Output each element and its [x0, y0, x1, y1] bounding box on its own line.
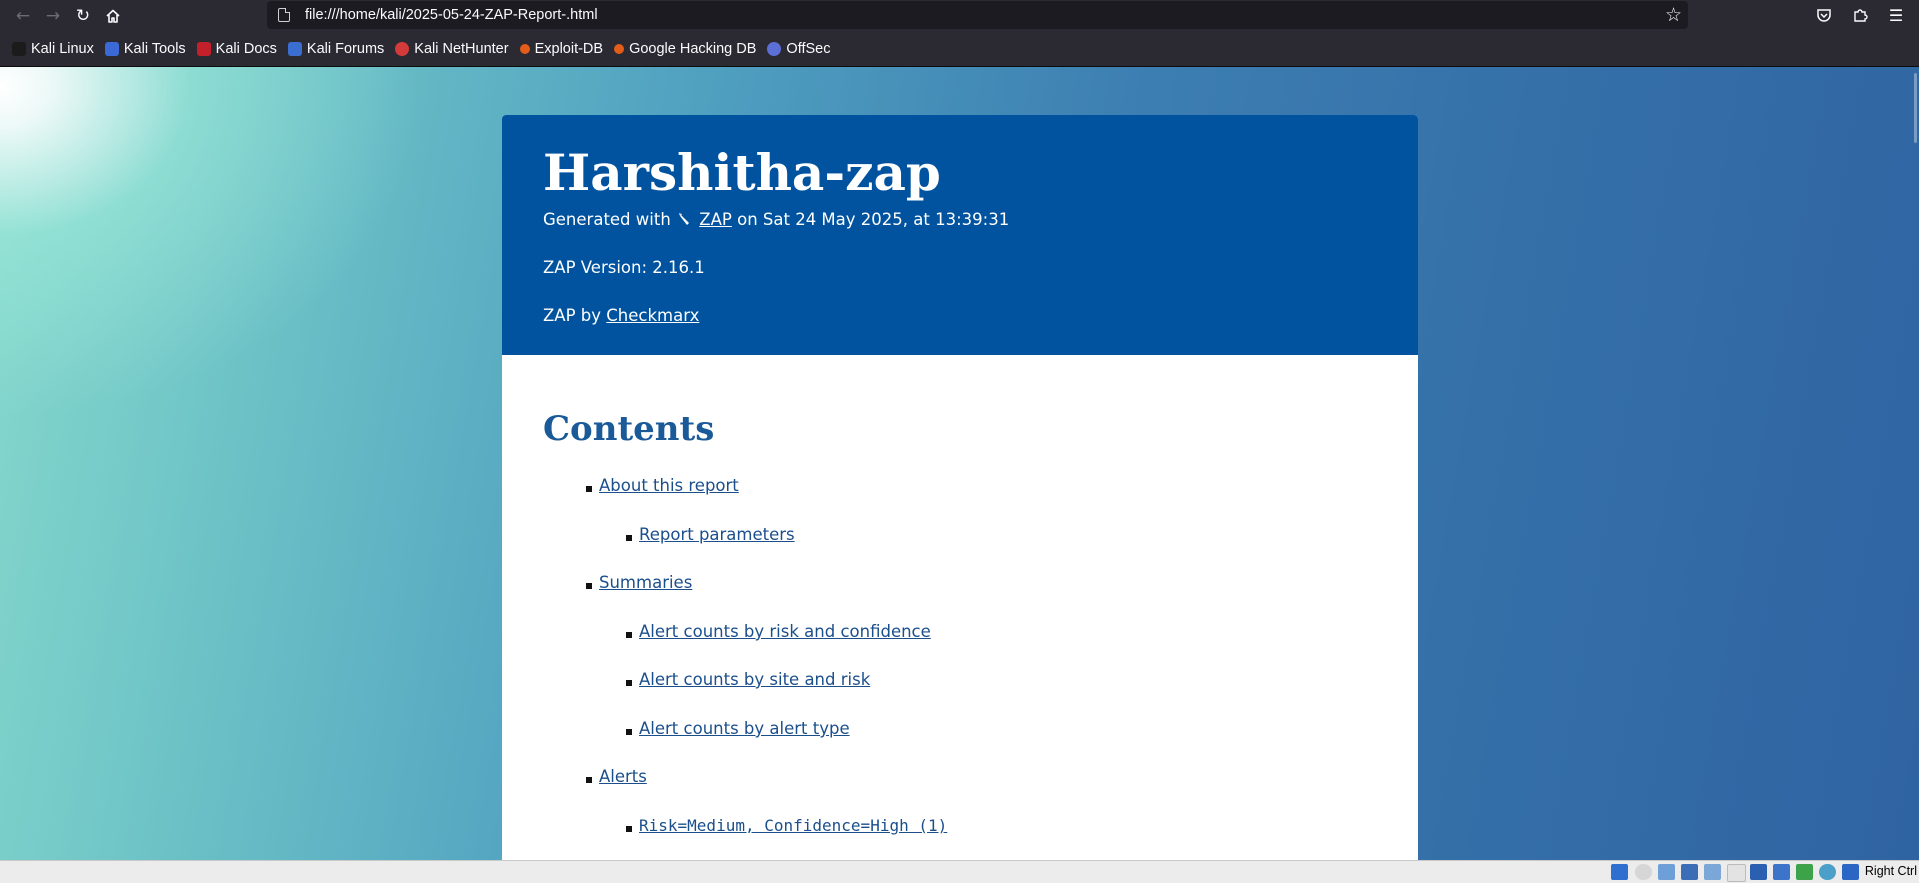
bookmark-offsec[interactable]: OffSec [767, 41, 830, 57]
bookmark-label: Exploit-DB [534, 40, 604, 57]
bookmark-kali-linux[interactable]: Kali Linux [12, 41, 94, 57]
optical-drive-icon[interactable] [1635, 864, 1652, 880]
network-icon[interactable] [1681, 864, 1698, 880]
mouse-integration-icon[interactable] [1796, 864, 1813, 880]
bookmark-label: Kali Forums [306, 40, 385, 57]
kali-tools-icon [104, 41, 119, 56]
bookmark-google-hacking-db[interactable]: Google Hacking DB [614, 41, 756, 57]
host-key-label: Right Ctrl [1864, 864, 1917, 878]
toc-about-this-report[interactable]: About this report [599, 476, 739, 495]
bookmark-label: Kali NetHunter [414, 40, 509, 57]
pocket-icon[interactable] [1812, 3, 1836, 27]
extensions-icon[interactable] [1848, 3, 1872, 27]
home-icon[interactable] [98, 2, 128, 30]
bookmark-kali-tools[interactable]: Kali Tools [104, 40, 186, 57]
generated-line: Generated with ZAP on Sat 24 May 2025, a… [543, 210, 1009, 229]
list-bullet [586, 486, 592, 492]
toc-alert-counts-alert-type[interactable]: Alert counts by alert type [639, 719, 850, 738]
list-bullet [586, 777, 592, 783]
zap-by-line: ZAP by Checkmarx [543, 306, 699, 325]
bookmark-exploit-db[interactable]: Exploit-DB [519, 40, 604, 57]
video-capture-icon[interactable] [1773, 864, 1790, 880]
back-arrow-icon[interactable]: ← [8, 2, 38, 30]
bookmark-label: OffSec [786, 40, 831, 57]
list-bullet [626, 729, 632, 735]
bookmark-label: Google Hacking DB [629, 40, 757, 57]
audio-icon[interactable] [1658, 864, 1675, 880]
vm-status-bar: Right Ctrl [0, 860, 1919, 883]
shared-folders-icon[interactable] [1727, 864, 1746, 882]
vertical-scrollbar[interactable] [1911, 67, 1919, 860]
toc-alert-counts-risk-confidence[interactable]: Alert counts by risk and confidence [639, 622, 931, 641]
page-viewport: Harshitha-zap Generated with ZAP on Sat … [0, 67, 1919, 860]
bookmark-star-icon[interactable]: ☆ [1665, 4, 1682, 26]
toc-risk-medium-confidence-high[interactable]: Risk=Medium, Confidence=High (1) [639, 816, 947, 835]
list-bullet [586, 583, 592, 589]
bookmark-label: Kali Docs [215, 40, 277, 57]
url-text[interactable]: file:///home/kali/2025-05-24-ZAP-Report-… [305, 7, 598, 23]
kali-dragon-icon [12, 41, 26, 56]
toc-summaries[interactable]: Summaries [599, 573, 692, 592]
toc-alerts[interactable]: Alerts [599, 767, 647, 786]
contents-heading: Contents [543, 409, 715, 449]
guest-additions-icon[interactable] [1819, 864, 1836, 880]
bookmark-label: Kali Linux [31, 40, 94, 57]
list-bullet [626, 535, 632, 541]
report-title: Harshitha-zap [543, 143, 941, 202]
generated-prefix: Generated with [543, 210, 671, 229]
page-icon [278, 8, 290, 22]
bookmark-label: Kali Tools [123, 40, 186, 57]
address-bar[interactable]: file:///home/kali/2025-05-24-ZAP-Report-… [267, 1, 1688, 29]
zap-by-prefix: ZAP by [543, 306, 602, 325]
bookmark-kali-forums[interactable]: Kali Forums [287, 40, 385, 57]
kali-docs-icon [196, 41, 211, 56]
reload-icon[interactable]: ↻ [68, 2, 98, 30]
list-bullet [626, 680, 632, 686]
checkmarx-link[interactable]: Checkmarx [606, 306, 699, 325]
bookmark-kali-nethunter[interactable]: Kali NetHunter [395, 40, 509, 57]
keyboard-capture-icon[interactable] [1842, 864, 1859, 880]
browser-toolbar: ← → ↻ file:///home/kali/2025-05-24-ZAP-R… [0, 0, 1919, 31]
nethunter-icon [395, 41, 410, 56]
report-header: Harshitha-zap Generated with ZAP on Sat … [502, 115, 1418, 355]
usb-icon[interactable] [1704, 864, 1721, 880]
bookmark-kali-docs[interactable]: Kali Docs [196, 40, 277, 57]
display-icon[interactable] [1750, 864, 1767, 880]
zap-link[interactable]: ZAP [699, 210, 732, 229]
offsec-icon [767, 41, 782, 56]
forward-arrow-icon[interactable]: → [38, 2, 68, 30]
kali-forums-icon [287, 41, 302, 56]
list-bullet [626, 826, 632, 832]
zap-version: ZAP Version: 2.16.1 [543, 258, 705, 277]
hard-disk-icon[interactable] [1611, 864, 1628, 880]
list-bullet [626, 632, 632, 638]
scrollbar-thumb[interactable] [1914, 73, 1917, 143]
toc-report-parameters[interactable]: Report parameters [639, 525, 795, 544]
generated-date: on Sat 24 May 2025, at 13:39:31 [737, 210, 1010, 229]
report-card: Harshitha-zap Generated with ZAP on Sat … [502, 115, 1418, 860]
bookmarks-bar: Kali Linux Kali Tools Kali Docs Kali For… [0, 31, 1919, 67]
exploit-db-icon [519, 43, 530, 54]
menu-icon[interactable]: ☰ [1884, 3, 1908, 27]
ghdb-icon [614, 43, 625, 54]
zap-logo-icon [679, 213, 690, 225]
toc-alert-counts-site-risk[interactable]: Alert counts by site and risk [639, 670, 870, 689]
